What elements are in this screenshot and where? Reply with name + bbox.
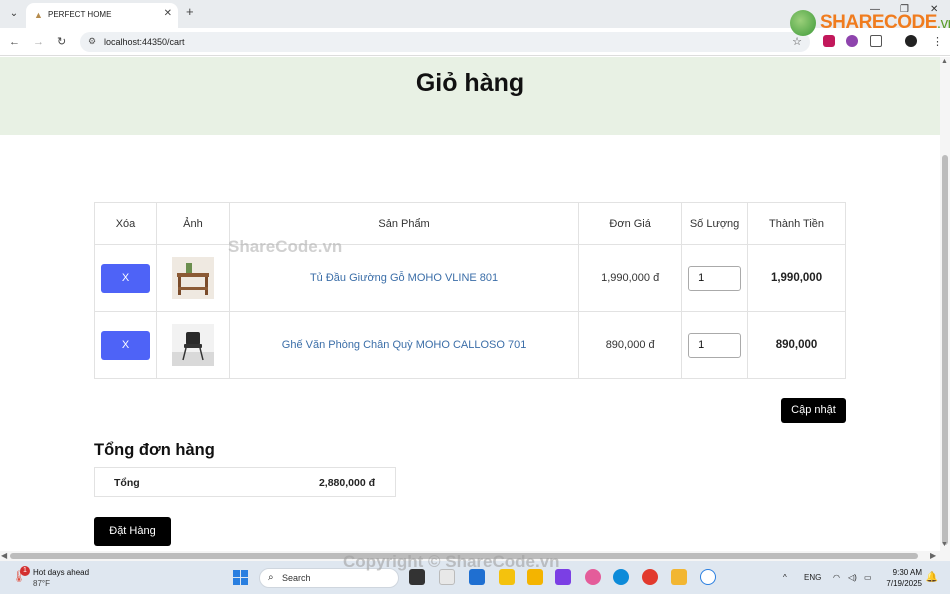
new-tab-plus-icon[interactable]: + (186, 5, 194, 19)
reload-icon[interactable]: ↻ (57, 35, 66, 49)
weather-temp: 87°F (33, 579, 50, 588)
system-clock[interactable]: 9:30 AM 7/19/2025 (886, 567, 922, 589)
line-total: 890,000 (747, 311, 846, 379)
table-row: X Tủ Đầu Giường Gỗ MOHO VLINE 801 1,990,… (94, 244, 846, 312)
profile-avatar[interactable] (905, 35, 917, 47)
search-placeholder: Search (282, 573, 311, 583)
puzzle-extensions-icon[interactable] (870, 35, 882, 47)
update-cart-button[interactable]: Cập nhật (781, 398, 846, 423)
scroll-left-arrow-icon[interactable]: ◀ (1, 551, 7, 561)
product-image (171, 257, 214, 299)
page-header-banner: Giỏ hàng (0, 57, 940, 135)
scroll-down-arrow-icon[interactable]: ▼ (941, 541, 948, 548)
product-name-link[interactable]: Tủ Đầu Giường Gỗ MOHO VLINE 801 (310, 272, 498, 284)
tab-close-icon[interactable]: ✕ (164, 8, 172, 20)
kebab-menu-icon[interactable]: ⋮ (932, 35, 943, 49)
remove-item-button[interactable]: X (100, 263, 150, 293)
edge-icon[interactable] (613, 569, 629, 585)
forward-arrow-icon[interactable]: → (33, 35, 44, 49)
summary-total-value: 2,880,000 đ (318, 477, 375, 489)
logo-suffix-text: .vn (936, 15, 950, 32)
volume-icon[interactable]: ◁) (848, 573, 857, 582)
file-explorer-icon[interactable] (671, 569, 687, 585)
vertical-scroll-thumb[interactable] (942, 155, 948, 545)
language-indicator[interactable]: ENG (804, 573, 821, 582)
column-header: Thành Tiền (747, 202, 846, 245)
zalo-icon[interactable] (700, 569, 716, 585)
sharecode-logo: SHARECODE.vn (790, 10, 950, 36)
cart-table: Xóa Ảnh Sản Phẩm Đơn Giá Số Lượng Thành … (94, 202, 846, 379)
watermark-text: ShareCode.vn (228, 237, 343, 256)
column-header: Số Lượng (681, 202, 749, 245)
clock-time: 9:30 AM (892, 568, 922, 577)
column-header: Ảnh (155, 202, 230, 245)
copilot-icon[interactable] (585, 569, 601, 585)
weather-badge: 1 (20, 566, 30, 576)
order-summary-box: Tổng 2,880,000 đ (94, 467, 396, 497)
extension-icon[interactable] (846, 35, 858, 47)
column-header: Đơn Giá (578, 202, 683, 245)
copyright-watermark: Copyright © ShareCode.vn (343, 552, 560, 571)
vertical-scrollbar[interactable]: ▲ ▼ (940, 57, 950, 551)
quantity-input[interactable]: 1 (688, 332, 742, 358)
shield-extension-icon[interactable] (823, 35, 835, 47)
site-info-icon[interactable]: ⚙ (88, 36, 96, 47)
wifi-icon[interactable]: ◠ (833, 573, 840, 582)
notification-bell-icon[interactable]: 🔔 (926, 572, 938, 583)
bookmark-star-icon[interactable]: ☆ (792, 35, 802, 48)
summary-total-label: Tổng (114, 477, 140, 489)
scroll-right-arrow-icon[interactable]: ▶ (930, 551, 936, 561)
remove-item-button[interactable]: X (100, 330, 150, 360)
scroll-up-arrow-icon[interactable]: ▲ (941, 58, 948, 65)
site-favicon-icon: ▲ (34, 10, 43, 20)
product-image (171, 324, 214, 366)
weather-title: Hot days ahead (33, 568, 90, 577)
product-name-link[interactable]: Ghế Văn Phòng Chân Quỳ MOHO CALLOSO 701 (282, 339, 527, 351)
line-total: 1,990,000 (747, 244, 846, 312)
unit-price: 890,000 đ (578, 311, 683, 379)
unit-price: 1,990,000 đ (578, 244, 683, 312)
clock-date: 7/19/2025 (886, 579, 922, 588)
table-header-row: Xóa Ảnh Sản Phẩm Đơn Giá Số Lượng Thành … (94, 202, 846, 245)
back-arrow-icon[interactable]: ← (9, 35, 20, 49)
browser-tab[interactable]: ▲ PERFECT HOME ✕ (26, 3, 178, 28)
tab-title: PERFECT HOME (48, 10, 112, 19)
url-text: localhost:44350/cart (104, 37, 185, 47)
battery-icon[interactable]: ▭ (864, 573, 872, 582)
page-title: Giỏ hàng (415, 69, 525, 97)
quantity-input[interactable]: 1 (688, 265, 742, 291)
windows-start-icon[interactable] (233, 570, 249, 586)
logo-main-text: SHARECODE (820, 12, 937, 33)
tab-list-chevron-icon[interactable]: ⌄ (6, 6, 22, 22)
page-viewport: Giỏ hàng Xóa Ảnh Sản Phẩm Đơn Giá Số Lượ… (0, 57, 940, 551)
order-summary-title: Tổng đơn hàng (94, 441, 215, 459)
column-header: Xóa (94, 202, 157, 245)
address-bar[interactable]: ⚙ localhost:44350/cart ☆ (80, 32, 810, 52)
sharecode-logo-badge-icon (790, 10, 816, 36)
tray-chevron-up-icon[interactable]: ^ (783, 573, 787, 582)
chrome-icon[interactable] (642, 569, 658, 585)
search-icon: ⌕ (268, 572, 274, 583)
place-order-button[interactable]: Đặt Hàng (94, 517, 171, 546)
table-row: X Ghế Văn Phòng Chân Quỳ MOHO CALLOSO 70… (94, 311, 846, 379)
